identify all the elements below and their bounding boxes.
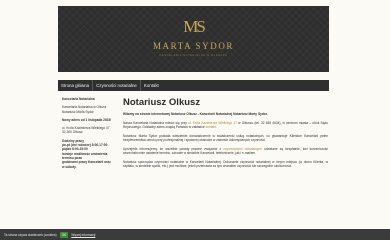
main-content: Notariusz Olkusz Witamy na stronie inter…	[123, 97, 328, 173]
text: .	[215, 125, 217, 129]
nav-item-services[interactable]: Czynności notarialne	[93, 80, 140, 91]
paragraph: Nasza Kancelaria Notarialna mieści się p…	[123, 121, 328, 130]
page: MS MARTA SYDOR KANCELARIA NOTARIALNA W O…	[0, 0, 390, 240]
services-link[interactable]: czynnościami notarialnymi	[223, 147, 261, 151]
nav-item-home[interactable]: Strona główna	[58, 80, 92, 91]
logo-mark: MS	[183, 17, 206, 36]
cookie-ok-button[interactable]: OK	[59, 231, 69, 238]
paragraph: Notariusz sporządza czynności notarialne…	[123, 159, 328, 169]
header-banner: MS MARTA SYDOR KANCELARIA NOTARIALNA W O…	[58, 6, 329, 72]
cookie-text: Ta strona używa ciasteczek (cookies)	[4, 232, 57, 237]
sidebar-news: Nowy adres od 1 listopada 2023!	[62, 117, 112, 122]
address-link[interactable]: ul. Króla Kazimierza Wielkiego 47	[188, 121, 237, 125]
cookie-bar: Ta strona używa ciasteczek (cookies) OK …	[0, 229, 390, 240]
logo-subtitle: KANCELARIA NOTARIALNA W OLKUSZU	[159, 54, 228, 57]
nav-item-contact[interactable]: Kontakt	[141, 80, 162, 91]
main-nav: Strona główna Czynności notarialne Konta…	[58, 80, 329, 91]
page-title: Notariusz Olkusz	[123, 97, 201, 108]
text: Uprzejmie Informujemy, że wszelkie porad…	[123, 146, 224, 151]
header-pattern	[58, 6, 329, 72]
paragraph: Notariusz Marta Sydor posiada wieloletni…	[123, 133, 328, 143]
sidebar-hours: Istnieje możliwość umówienia terminu poz…	[62, 151, 108, 160]
text: Nasza Kancelaria Notarialna mieści się p…	[123, 120, 189, 125]
sidebar-hours: godzinami pracy Kancelarii oraz w soboty…	[62, 160, 111, 169]
paragraph: Uprzejmie Informujemy, że wszelkie porad…	[123, 147, 328, 156]
cookie-more-link[interactable]: Więcej informacji	[71, 233, 95, 237]
logo-name: MARTA SYDOR	[152, 41, 235, 51]
contact-link[interactable]: kontakt	[206, 125, 216, 129]
sidebar: Kancelaria Notarialna Kancelaria Notaria…	[62, 97, 114, 169]
lead-paragraph: Witamy na stronie internetowej Notariusz…	[123, 112, 268, 116]
sidebar-line: Kancelaria Notarialna w Olkusz	[62, 105, 107, 110]
